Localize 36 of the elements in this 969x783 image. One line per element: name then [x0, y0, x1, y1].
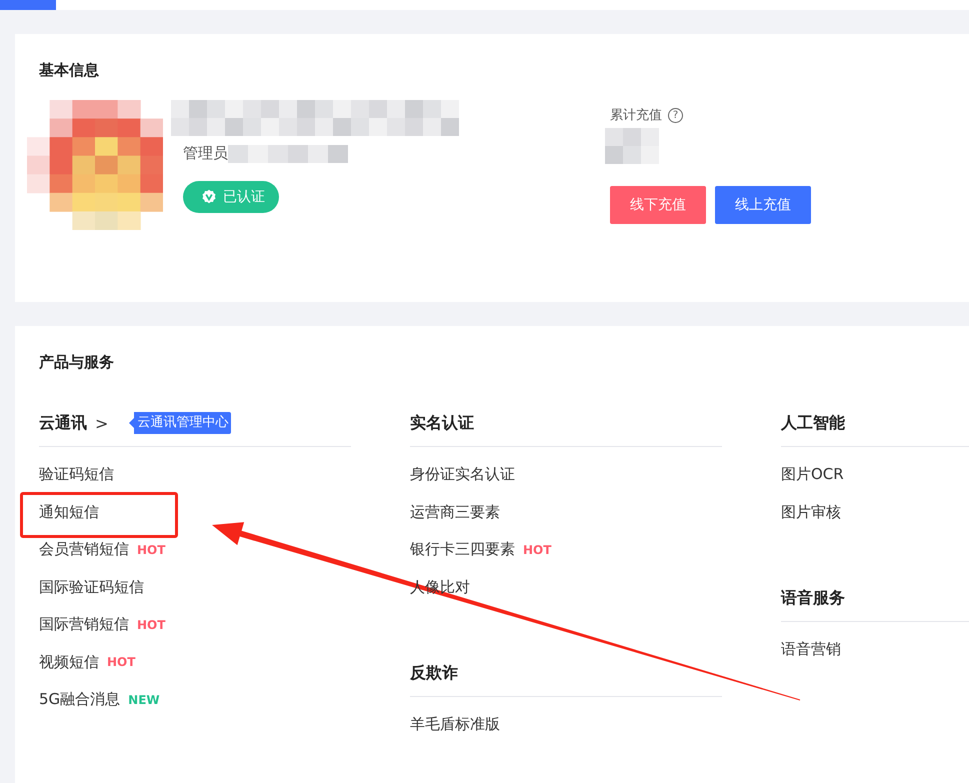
help-icon[interactable]: ? — [668, 108, 683, 122]
verified-badge: 已认证 — [183, 181, 279, 213]
group-title[interactable]: 云通讯 — [39, 412, 87, 434]
product-tag: HOT — [137, 542, 166, 557]
product-tag: HOT — [107, 655, 136, 670]
product-link[interactable]: 通知短信 — [39, 502, 99, 522]
product-tag: HOT — [137, 618, 166, 632]
group-title: 语音服务 — [781, 588, 845, 608]
product-link[interactable]: 身份证实名认证 — [410, 465, 515, 484]
role-label: 管理员 — [183, 144, 228, 163]
verified-icon — [201, 189, 217, 205]
product-link[interactable]: 国际验证码短信 — [39, 578, 144, 597]
group-title: 反欺诈 — [410, 662, 458, 684]
section-title: 基本信息 — [39, 60, 100, 81]
product-link[interactable]: 5G融合消息 — [39, 690, 120, 710]
tab-indicator — [0, 0, 56, 10]
section-title: 产品与服务 — [39, 352, 115, 373]
chevron-icon[interactable]: > — [95, 414, 108, 432]
group-title: 实名认证 — [410, 412, 474, 434]
product-link[interactable]: 语音营销 — [781, 640, 841, 660]
product-link[interactable]: 会员营销短信 — [39, 540, 129, 560]
recharge-label: 累计充值 — [610, 107, 662, 124]
product-link[interactable]: 国际营销短信 — [39, 615, 129, 634]
product-link[interactable]: 图片审核 — [781, 502, 841, 522]
product-link[interactable]: 验证码短信 — [39, 465, 114, 484]
tooltip: 云通讯管理中心 — [129, 412, 232, 434]
blurred-text — [605, 128, 659, 164]
group-title: 人工智能 — [781, 412, 845, 434]
product-link[interactable]: 银行卡三四要素 — [410, 540, 515, 560]
product-link[interactable]: 视频短信 — [39, 652, 99, 672]
product-link[interactable]: 羊毛盾标准版 — [410, 715, 500, 734]
recharge-button[interactable]: 线上充值 — [715, 186, 811, 224]
product-tag: HOT — [523, 542, 552, 557]
product-link[interactable]: 图片OCR — [781, 465, 844, 484]
product-link[interactable]: 运营商三要素 — [410, 502, 500, 522]
product-tag: NEW — [128, 692, 160, 707]
